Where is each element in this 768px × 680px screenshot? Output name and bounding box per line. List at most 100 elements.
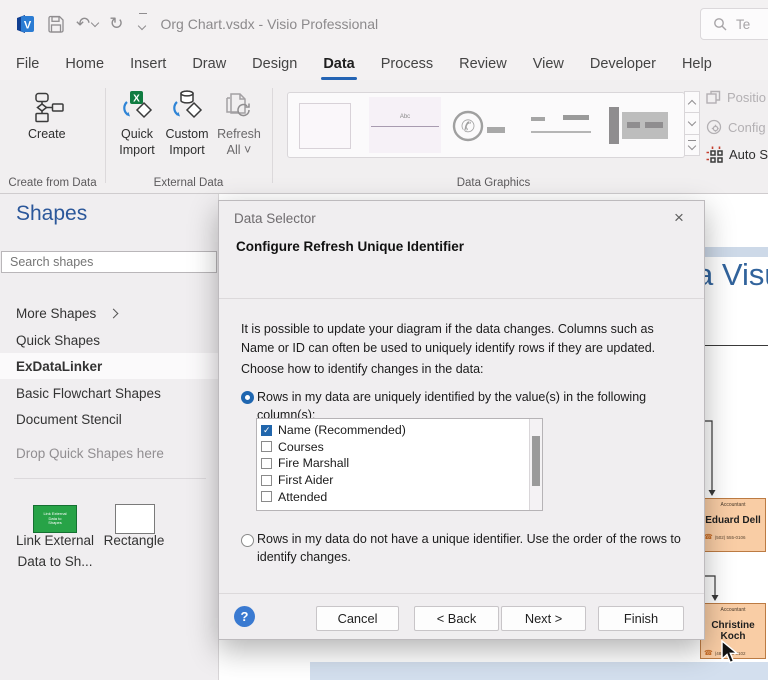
gallery-expand-icon[interactable] bbox=[684, 133, 700, 156]
data-selector-dialog: Data Selector × Configure Refresh Unique… bbox=[218, 200, 705, 640]
list-scrollbar[interactable] bbox=[529, 419, 542, 510]
more-shapes-item[interactable]: More Shapes bbox=[0, 300, 218, 326]
search-shapes-input[interactable] bbox=[1, 251, 217, 273]
create-from-data-button[interactable]: Create bbox=[28, 92, 66, 141]
column-row-first-aider[interactable]: First Aider bbox=[257, 472, 542, 489]
refresh-all-label: Refresh All ˅ bbox=[217, 127, 261, 157]
refresh-all-button[interactable]: Refresh All ˅ bbox=[214, 90, 264, 158]
search-icon bbox=[713, 17, 727, 31]
gallery-scroll-buttons bbox=[684, 91, 700, 156]
quick-import-button[interactable]: X Quick Import bbox=[114, 90, 160, 158]
stencil-tab-quick-shapes[interactable]: Quick Shapes bbox=[0, 327, 218, 353]
visio-window: V ↶ ↻ Org Chart.vsdx - Visio Professiona… bbox=[0, 0, 768, 680]
undo-button[interactable]: ↶ bbox=[76, 15, 100, 32]
checkbox-icon[interactable] bbox=[261, 491, 272, 503]
tell-me-search-box[interactable]: Te bbox=[700, 8, 768, 40]
tab-file[interactable]: File bbox=[3, 47, 52, 80]
link-external-data-master-shape[interactable]: Link External Data to Shapes bbox=[33, 505, 77, 533]
customize-qat-icon[interactable] bbox=[137, 12, 147, 34]
data-graphic-thumb-text[interactable]: Abc bbox=[369, 97, 441, 153]
document-title: Org Chart.vsdx - Visio Professional bbox=[160, 15, 379, 32]
radio-unique-columns[interactable] bbox=[241, 391, 254, 404]
create-diagram-icon bbox=[29, 92, 65, 124]
custom-import-label: Custom Import bbox=[165, 127, 209, 157]
column-row-fire-marshall[interactable]: Fire Marshall bbox=[257, 455, 542, 472]
auto-size-label: Auto S bbox=[729, 147, 768, 162]
checkbox-icon[interactable] bbox=[261, 474, 272, 486]
save-icon[interactable] bbox=[47, 15, 65, 33]
data-graphic-thumb-bar[interactable] bbox=[609, 105, 671, 147]
stencil-tab-basic-flowchart[interactable]: Basic Flowchart Shapes bbox=[0, 380, 218, 406]
radio-row-order-label: Rows in my data do not have a unique ide… bbox=[257, 532, 681, 565]
stencil-tab-document-stencil[interactable]: Document Stencil bbox=[0, 406, 218, 432]
tab-design[interactable]: Design bbox=[239, 47, 310, 80]
tab-view[interactable]: View bbox=[520, 47, 577, 80]
close-icon[interactable]: × bbox=[668, 207, 690, 229]
checkbox-checked-icon[interactable] bbox=[261, 424, 272, 436]
title-bar: V ↶ ↻ Org Chart.vsdx - Visio Professiona… bbox=[0, 0, 768, 47]
chevron-right-icon bbox=[108, 308, 119, 318]
custom-import-icon bbox=[168, 90, 206, 124]
canvas-heading-fragment: a Visu bbox=[696, 257, 768, 292]
abc-label: Abc bbox=[399, 114, 411, 120]
configure-button[interactable]: Config bbox=[706, 119, 766, 135]
position-label: Positio bbox=[727, 90, 767, 105]
data-graphic-thumb-none[interactable] bbox=[299, 103, 351, 149]
gallery-scroll-up-icon[interactable] bbox=[684, 91, 700, 114]
org-name: Christine Koch bbox=[711, 620, 755, 642]
checkbox-icon[interactable] bbox=[261, 441, 272, 453]
next-button[interactable]: Next > bbox=[501, 606, 586, 631]
column-list-box: Name (Recommended) Courses Fire Marshall… bbox=[256, 418, 543, 511]
tab-developer[interactable]: Developer bbox=[577, 47, 669, 80]
cancel-button[interactable]: Cancel bbox=[316, 606, 399, 631]
link-external-data-label: Link External Data to Sh... bbox=[15, 533, 95, 569]
pasteboard-strip bbox=[310, 662, 768, 680]
column-row-name[interactable]: Name (Recommended) bbox=[257, 422, 542, 439]
org-role: Accountant bbox=[720, 502, 746, 508]
search-text: Te bbox=[736, 16, 751, 32]
undo-dropdown-icon[interactable] bbox=[91, 18, 100, 27]
phone-icon: ☎ bbox=[704, 534, 713, 541]
list-scrollbar-thumb[interactable] bbox=[532, 436, 540, 486]
shapes-panel: Shapes More Shapes Quick Shapes ExDataLi… bbox=[0, 194, 219, 680]
dialog-divider bbox=[219, 298, 704, 299]
ribbon-data-tab: Create Create from Data X Quick Import C… bbox=[0, 80, 768, 194]
checkbox-icon[interactable] bbox=[261, 457, 272, 469]
ribbon-tabs: File Home Insert Draw Design Data Proces… bbox=[0, 47, 768, 80]
dialog-intro-text: It is possible to update your diagram if… bbox=[241, 322, 656, 355]
redo-button[interactable]: ↻ bbox=[109, 15, 123, 32]
tab-help[interactable]: Help bbox=[669, 47, 725, 80]
quick-access-toolbar: V ↶ ↻ bbox=[0, 12, 147, 35]
stencil-tab-exdatalinker[interactable]: ExDataLinker bbox=[0, 353, 218, 379]
position-button[interactable]: Positio bbox=[706, 90, 766, 105]
data-graphic-thumb-icon-set[interactable]: ✆ bbox=[451, 109, 511, 143]
column-row-courses[interactable]: Courses bbox=[257, 439, 542, 456]
quick-import-label: Quick Import bbox=[119, 127, 155, 157]
finish-button[interactable]: Finish bbox=[598, 606, 684, 631]
tab-draw[interactable]: Draw bbox=[179, 47, 239, 80]
gallery-scroll-down-icon[interactable] bbox=[684, 112, 700, 135]
data-graphic-thumb-callouts[interactable] bbox=[531, 109, 593, 141]
back-button[interactable]: < Back bbox=[414, 606, 499, 631]
org-phone-number: (502) 555-0106 bbox=[714, 535, 746, 540]
column-row-attended[interactable]: Attended bbox=[257, 488, 542, 505]
radio-row-order[interactable] bbox=[241, 534, 254, 547]
tab-home[interactable]: Home bbox=[52, 47, 117, 80]
dialog-heading: Configure Refresh Unique Identifier bbox=[236, 239, 465, 254]
quick-import-icon: X bbox=[118, 90, 156, 124]
org-name: Eduard Dell bbox=[705, 515, 761, 526]
tab-insert[interactable]: Insert bbox=[117, 47, 179, 80]
help-button[interactable]: ? bbox=[234, 606, 255, 627]
dialog-title: Data Selector bbox=[234, 211, 316, 226]
tab-process[interactable]: Process bbox=[368, 47, 446, 80]
svg-text:✆: ✆ bbox=[461, 117, 475, 137]
group-label-external-data: External Data bbox=[153, 177, 224, 189]
tab-data[interactable]: Data bbox=[310, 47, 367, 80]
configure-label: Config bbox=[728, 119, 766, 135]
auto-size-button[interactable]: Auto S bbox=[706, 146, 768, 163]
org-shape-eduard-dell[interactable]: Accountant Eduard Dell ☎ (502) 555-0106 bbox=[700, 498, 766, 552]
tab-review[interactable]: Review bbox=[446, 47, 520, 80]
custom-import-button[interactable]: Custom Import bbox=[162, 90, 212, 158]
group-label-create-from-data: Create from Data bbox=[8, 177, 97, 189]
phone-icon: ☎ bbox=[704, 650, 713, 657]
